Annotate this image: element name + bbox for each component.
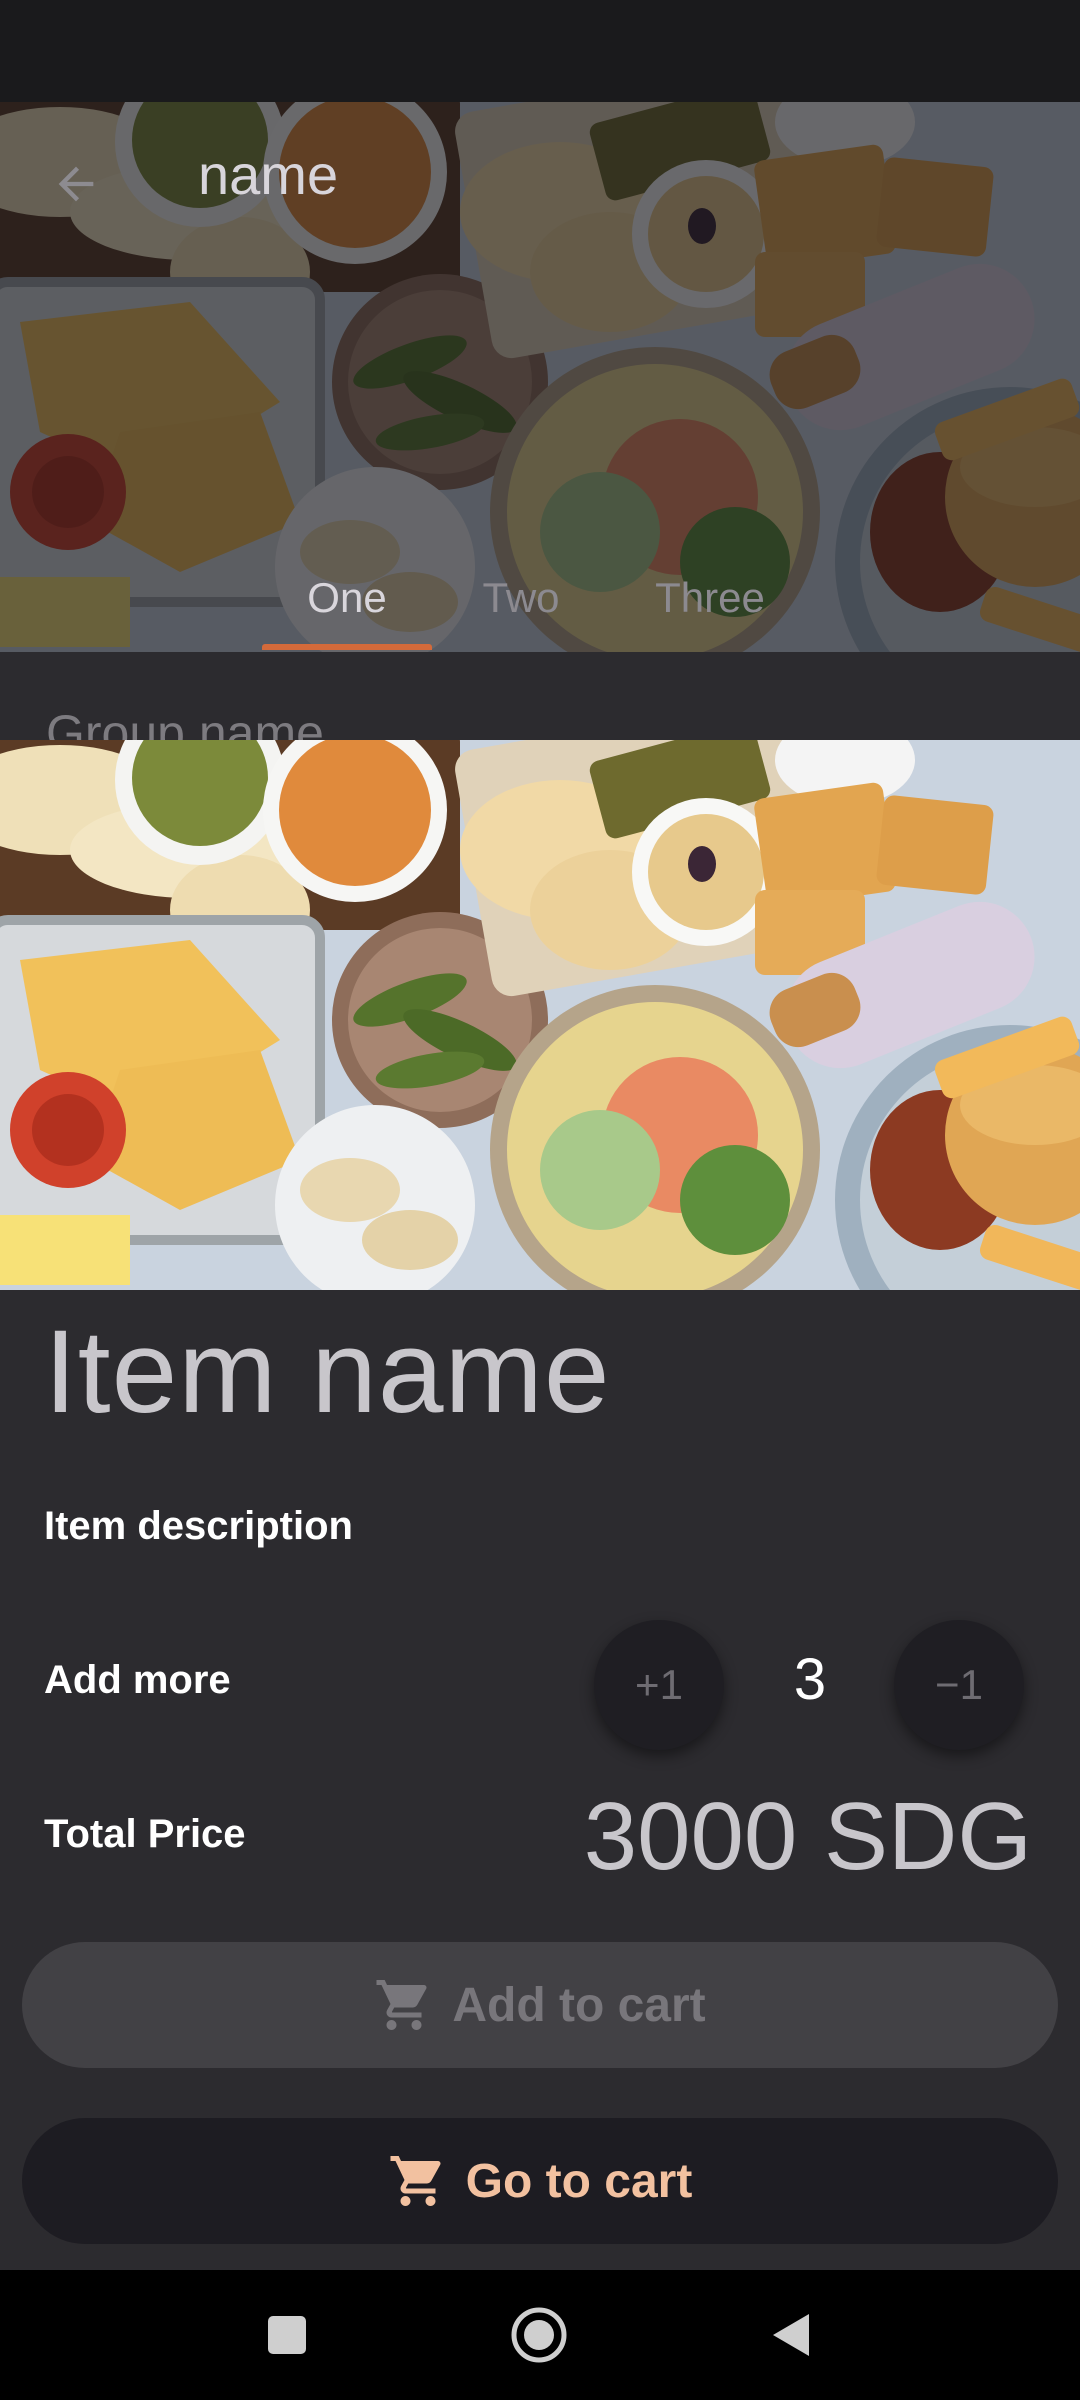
tab-label: One [307,574,387,621]
decrement-button[interactable]: −1 [894,1620,1024,1750]
system-nav-bar [0,2270,1080,2400]
item-image [0,740,1080,1290]
tab-bar: One Two Three [262,548,810,652]
back-nav-button[interactable] [756,2300,826,2370]
go-to-cart-label: Go to cart [465,2154,693,2208]
tab-three[interactable]: Three [610,548,810,648]
square-icon [268,2316,306,2354]
tab-label: Two [482,574,560,621]
recents-button[interactable] [252,2300,322,2370]
item-description: Item description [44,1504,353,1548]
add-to-cart-label: Add to cart [452,1978,706,2032]
group-header: Group name [0,652,1080,742]
arrow-left-icon [58,166,94,202]
tab-label: Three [655,574,765,621]
home-button[interactable] [504,2300,574,2370]
food-photo [0,740,1080,1290]
add-to-cart-button[interactable]: Add to cart [22,1942,1058,2068]
total-price-value: 3000 SDG [583,1783,1032,1890]
app-header: name One Two Three [0,102,1080,652]
decrement-label: −1 [935,1661,983,1708]
page-title: name [198,143,339,206]
increment-button[interactable]: +1 [594,1620,724,1750]
circle-home-icon [511,2307,567,2363]
go-to-cart-button[interactable]: Go to cart [22,2118,1058,2244]
shopping-cart-icon [388,2151,448,2211]
triangle-back-icon [773,2314,809,2356]
back-button[interactable] [40,148,112,220]
add-more-label: Add more [44,1658,231,1702]
total-price-label: Total Price [44,1812,246,1856]
tab-one[interactable]: One [262,548,432,650]
status-bar [0,0,1080,102]
increment-label: +1 [635,1661,683,1708]
tab-indicator [262,644,432,650]
shopping-cart-icon [374,1975,434,2035]
group-name: Group name [46,705,324,742]
tab-two[interactable]: Two [432,548,610,648]
item-details: Item name Item description Add more +1 3… [0,1290,1080,2270]
item-name: Item name [44,1306,611,1438]
quantity-value: 3 [793,1647,827,1712]
